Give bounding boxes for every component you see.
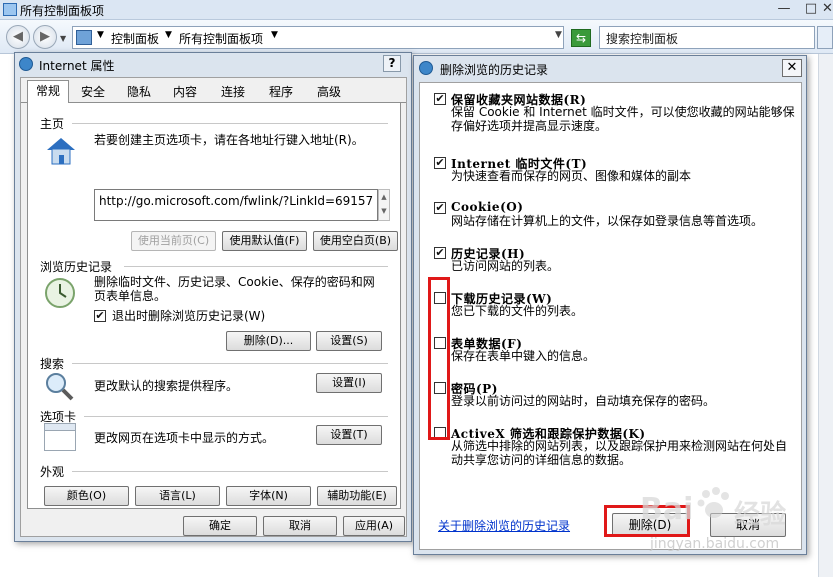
minimize-button[interactable]: — (770, 0, 798, 19)
ok-button[interactable]: 确定 (183, 516, 257, 536)
option-description: 保存在表单中键入的信息。 (451, 349, 596, 363)
option-checkbox-preserve-favorites[interactable]: ✔ (434, 93, 446, 105)
help-button[interactable]: ? (383, 55, 401, 72)
internet-options-icon (19, 57, 33, 71)
tabs-window-icon (44, 423, 76, 451)
search-input[interactable]: 搜索控制面板 (599, 26, 815, 49)
dialog-client-area: 常规 安全 隐私 内容 连接 程序 高级 主页 若要创建主页选项卡，请在各地址行… (20, 77, 407, 537)
control-panel-icon (3, 3, 17, 16)
paw-logo-icon (696, 486, 732, 522)
tabs-description: 更改网页在选项卡中显示的方式。 (94, 431, 275, 445)
history-clock-icon (44, 277, 76, 309)
tab-page-general: 主页 若要创建主页选项卡，请在各地址行键入地址(R)。 http://go.mi… (27, 103, 401, 509)
tab-content[interactable]: 内容 (165, 82, 205, 104)
tab-programs[interactable]: 程序 (261, 82, 301, 104)
internet-options-icon (419, 61, 433, 75)
divider (84, 416, 388, 417)
close-button[interactable]: ✕ (782, 59, 802, 77)
back-button[interactable]: ◀ (6, 25, 30, 49)
history-description: 删除临时文件、历史记录、Cookie、保存的密码和网页表单信息。 (94, 275, 375, 303)
homepage-url-textarea[interactable]: http://go.microsoft.com/fwlink/?LinkId=6… (94, 189, 378, 221)
option-description: 您已下载的文件的列表。 (451, 304, 584, 318)
tab-privacy[interactable]: 隐私 (119, 82, 159, 104)
watermark-brand-suffix: 经验 (734, 500, 787, 530)
forward-button[interactable]: ▶ (33, 25, 57, 49)
about-delete-history-link[interactable]: 关于删除浏览的历史记录 (438, 517, 570, 534)
chevron-down-icon[interactable]: ▼ (271, 30, 278, 40)
option-description: 网站存储在计算机上的文件，以保存如登录信息等首选项。 (451, 214, 764, 228)
languages-button[interactable]: 语言(L) (135, 486, 220, 506)
home-icon (44, 135, 78, 167)
divider (72, 363, 388, 364)
tab-advanced[interactable]: 高级 (309, 82, 349, 104)
use-blank-button[interactable]: 使用空白页(B) (313, 231, 398, 251)
close-button[interactable]: ✕ (822, 0, 833, 19)
homepage-hint: 若要创建主页选项卡，请在各地址行键入地址(R)。 (94, 133, 364, 147)
delete-history-button[interactable]: 删除(D)... (226, 331, 311, 351)
divider (72, 123, 388, 124)
control-panel-title: 所有控制面板项 (20, 4, 105, 18)
textarea-scrollbar[interactable]: ▲ ▼ (378, 189, 390, 221)
search-icon[interactable] (817, 26, 833, 49)
section-search: 搜索 (40, 357, 65, 371)
control-panel-address-icon (76, 30, 92, 45)
option-description: 为快速查看而保存的网页、图像和媒体的副本 (451, 169, 692, 183)
fonts-button[interactable]: 字体(N) (226, 486, 311, 506)
dialog-title: Internet 属性 (39, 59, 115, 73)
accessibility-button[interactable]: 辅助功能(E) (317, 486, 397, 506)
delete-history-dialog: 删除浏览的历史记录 ✕ ✔ 保留收藏夹网站数据(R) 保留 Cookie 和 I… (413, 55, 807, 555)
divider (124, 266, 388, 267)
section-browsing-history: 浏览历史记录 (40, 260, 113, 274)
watermark-url: jingyan.baidu.com (650, 536, 780, 552)
control-panel-toolbar: ◀ ▶ ▼ ▼ 控制面板 ▼ 所有控制面板项 ▼ ▼ ⇆ 搜索控制面板 (0, 20, 833, 54)
refresh-icon[interactable]: ⇆ (571, 29, 591, 47)
magnifier-icon (44, 371, 74, 401)
section-appearance: 外观 (40, 465, 65, 479)
address-bar[interactable]: ▼ 控制面板 ▼ 所有控制面板项 ▼ (72, 26, 564, 49)
use-current-button[interactable]: 使用当前页(C) (131, 231, 216, 251)
tab-security[interactable]: 安全 (73, 82, 113, 104)
tab-general[interactable]: 常规 (27, 80, 69, 104)
option-checkbox-temp-files[interactable]: ✔ (434, 157, 446, 169)
delete-on-exit-checkbox[interactable]: ✔ (94, 310, 106, 322)
delete-history-client: ✔ 保留收藏夹网站数据(R) 保留 Cookie 和 Internet 临时文件… (419, 82, 802, 550)
watermark-brand: Bai (640, 492, 694, 527)
control-panel-scrollbar[interactable] (818, 54, 833, 577)
breadcrumb-control-panel[interactable]: 控制面板 (111, 30, 159, 47)
recent-pages-chevron-icon[interactable]: ▼ (60, 34, 66, 43)
search-settings-button[interactable]: 设置(I) (316, 373, 382, 393)
history-settings-button[interactable]: 设置(S) (316, 331, 382, 351)
control-panel-titlebar: 所有控制面板项 — □ ✕ (0, 0, 833, 20)
apply-button[interactable]: 应用(A) (343, 516, 405, 536)
option-title: Cookie(O) (451, 200, 524, 214)
chevron-down-icon[interactable]: ▼ (165, 30, 172, 40)
option-checkbox-history[interactable]: ✔ (434, 247, 446, 259)
option-description: 登录以前访问过的网站时，自动填充保存的密码。 (451, 394, 716, 408)
divider (72, 471, 388, 472)
option-checkbox-cookies[interactable]: ✔ (434, 202, 446, 214)
maximize-button[interactable]: □ (797, 0, 825, 19)
section-homepage: 主页 (40, 117, 65, 131)
search-description: 更改默认的搜索提供程序。 (94, 379, 239, 393)
use-default-button[interactable]: 使用默认值(F) (222, 231, 307, 251)
option-description: 保留 Cookie 和 Internet 临时文件，可以使您收藏的网站能够保存偏… (451, 105, 795, 133)
highlight-unchecked-options (428, 277, 450, 440)
option-description: 已访问网站的列表。 (451, 259, 560, 273)
address-dropdown-icon[interactable]: ▼ (555, 30, 562, 40)
option-description: 从筛选中排除的网站列表，以及跟踪保护用来检测网站在何处自动共享您访问的详细信息的… (451, 439, 788, 467)
tab-connections[interactable]: 连接 (213, 82, 253, 104)
colors-button[interactable]: 颜色(O) (44, 486, 129, 506)
chevron-down-icon[interactable]: ▼ (97, 30, 104, 40)
cancel-button[interactable]: 取消 (263, 516, 337, 536)
breadcrumb-all-items[interactable]: 所有控制面板项 (179, 30, 263, 47)
dialog-title: 删除浏览的历史记录 (440, 63, 549, 77)
internet-options-dialog: Internet 属性 ? 常规 安全 隐私 内容 连接 程序 高级 主页 若要… (14, 52, 412, 542)
delete-on-exit-label: 退出时删除浏览历史记录(W) (112, 309, 266, 323)
tabs-settings-button[interactable]: 设置(T) (316, 425, 382, 445)
